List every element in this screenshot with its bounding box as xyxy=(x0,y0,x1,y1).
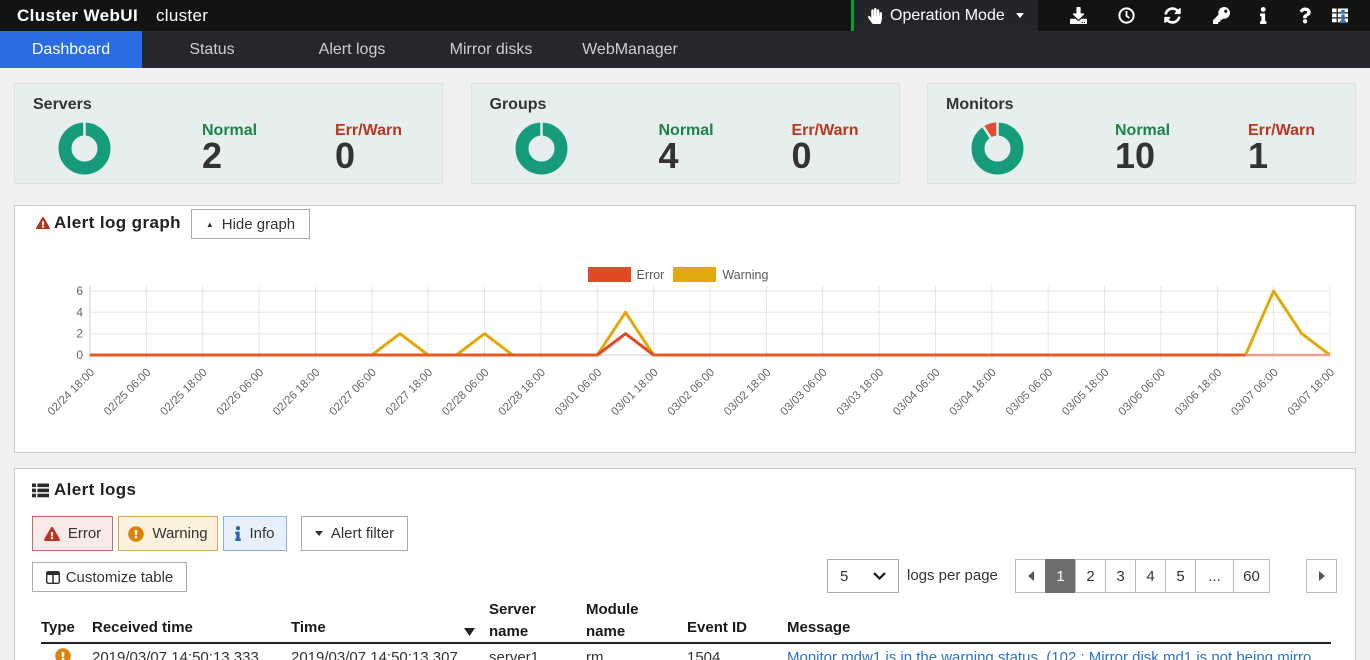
svg-text:02/27 18:00: 02/27 18:00 xyxy=(384,367,435,418)
svg-text:03/03 06:00: 03/03 06:00 xyxy=(778,367,829,418)
svg-text:03/06 18:00: 03/06 18:00 xyxy=(1173,367,1224,418)
svg-text:03/05 18:00: 03/05 18:00 xyxy=(1060,367,1111,418)
svg-text:02/28 18:00: 02/28 18:00 xyxy=(497,367,548,418)
svg-text:03/03 18:00: 03/03 18:00 xyxy=(835,367,886,418)
svg-text:6: 6 xyxy=(76,284,83,298)
svg-text:02/26 06:00: 02/26 06:00 xyxy=(215,367,266,418)
svg-text:03/04 06:00: 03/04 06:00 xyxy=(891,367,942,418)
svg-text:02/26 18:00: 02/26 18:00 xyxy=(271,367,322,418)
svg-text:03/02 18:00: 03/02 18:00 xyxy=(722,367,773,418)
svg-text:03/01 06:00: 03/01 06:00 xyxy=(553,367,604,418)
svg-text:02/28 06:00: 02/28 06:00 xyxy=(440,367,491,418)
svg-text:02/27 06:00: 02/27 06:00 xyxy=(327,367,378,418)
svg-text:02/25 06:00: 02/25 06:00 xyxy=(102,367,153,418)
svg-text:03/04 18:00: 03/04 18:00 xyxy=(947,367,998,418)
svg-text:4: 4 xyxy=(76,305,83,319)
svg-text:03/07 06:00: 03/07 06:00 xyxy=(1229,367,1280,418)
svg-text:2: 2 xyxy=(76,327,83,341)
svg-text:02/25 18:00: 02/25 18:00 xyxy=(158,367,209,418)
svg-text:03/07 18:00: 03/07 18:00 xyxy=(1286,367,1337,418)
svg-text:03/06 06:00: 03/06 06:00 xyxy=(1117,367,1168,418)
svg-text:03/02 06:00: 03/02 06:00 xyxy=(666,367,717,418)
svg-text:0: 0 xyxy=(76,348,83,362)
svg-text:03/01 18:00: 03/01 18:00 xyxy=(609,367,660,418)
svg-text:03/05 06:00: 03/05 06:00 xyxy=(1004,367,1055,418)
svg-text:02/24 18:00: 02/24 18:00 xyxy=(46,367,97,418)
